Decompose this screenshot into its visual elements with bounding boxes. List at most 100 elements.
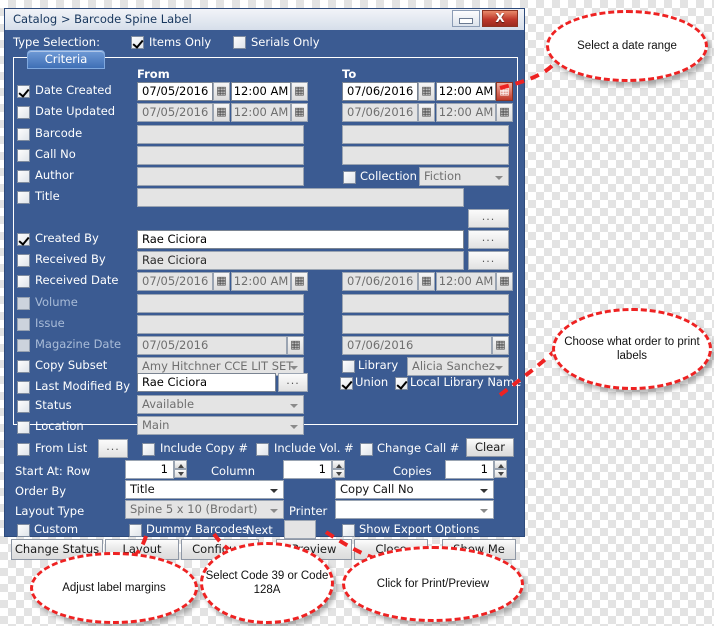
date-created-from-time[interactable]: 12:00 AM: [231, 82, 291, 101]
date-created-to-date[interactable]: 07/06/2016: [342, 82, 418, 101]
next-input[interactable]: [284, 520, 316, 539]
magazine-date-to-calendar-icon[interactable]: ▦: [492, 336, 509, 355]
start-row-input[interactable]: 1: [125, 460, 174, 479]
author-checkbox[interactable]: [17, 170, 30, 183]
order-by-secondary-dropdown[interactable]: Copy Call No: [335, 480, 494, 499]
author-input[interactable]: [137, 167, 304, 186]
copies-input[interactable]: 1: [445, 460, 494, 479]
serials-only-label[interactable]: Serials Only: [251, 35, 320, 49]
date-created-to-time[interactable]: 12:00 AM: [436, 82, 496, 101]
dummy-barcodes-checkbox[interactable]: [129, 524, 142, 537]
received-date-to-time[interactable]: 12:00 AM: [436, 272, 496, 291]
title-browse-button[interactable]: ...: [468, 209, 509, 228]
date-updated-from-date-calendar-icon[interactable]: ▦: [213, 103, 230, 122]
barcode-from-input[interactable]: [137, 125, 304, 144]
serials-only-checkbox[interactable]: [233, 36, 246, 49]
minimize-button[interactable]: [452, 10, 480, 27]
received-by-browse-button[interactable]: ...: [468, 251, 509, 270]
status-checkbox[interactable]: [17, 400, 30, 413]
date-created-checkbox[interactable]: [17, 85, 30, 98]
date-created-from-time-calendar-icon[interactable]: ▦: [291, 82, 308, 101]
collection-checkbox[interactable]: [343, 171, 356, 184]
start-row-stepper[interactable]: [174, 460, 187, 479]
items-only-checkbox[interactable]: [131, 36, 144, 49]
last-modified-by-checkbox[interactable]: [17, 381, 30, 394]
union-checkbox[interactable]: [340, 377, 353, 390]
volume-checkbox[interactable]: [17, 297, 30, 310]
copies-stepper[interactable]: [494, 460, 507, 479]
call-no-checkbox[interactable]: [17, 149, 30, 162]
copies-stepper-down[interactable]: [494, 469, 507, 478]
location-checkbox[interactable]: [17, 421, 30, 434]
title-checkbox[interactable]: [17, 191, 30, 204]
local-library-name-checkbox[interactable]: [395, 377, 408, 390]
from-list-browse-button[interactable]: ...: [98, 439, 128, 458]
barcode-checkbox[interactable]: [17, 128, 30, 141]
issue-from-input[interactable]: [137, 315, 304, 334]
created-by-checkbox[interactable]: [17, 233, 30, 246]
received-date-checkbox[interactable]: [17, 275, 30, 288]
date-created-to-date-calendar-icon[interactable]: ▦: [418, 82, 435, 101]
date-created-from-date-calendar-icon[interactable]: ▦: [213, 82, 230, 101]
received-date-from-date-calendar-icon[interactable]: ▦: [213, 272, 230, 291]
include-vol-checkbox[interactable]: [256, 443, 269, 456]
date-updated-to-time[interactable]: 12:00 AM: [436, 103, 496, 122]
layout-type-dropdown[interactable]: Spine 5 x 10 (Brodart): [125, 500, 284, 519]
start-column-input[interactable]: 1: [283, 460, 332, 479]
include-copy-checkbox[interactable]: [142, 443, 155, 456]
change-call-checkbox[interactable]: [360, 443, 373, 456]
status-dropdown[interactable]: Available: [137, 395, 304, 414]
location-dropdown[interactable]: Main: [137, 416, 304, 435]
received-date-to-date[interactable]: 07/06/2016: [342, 272, 418, 291]
date-created-from-date[interactable]: 07/05/2016: [137, 82, 213, 101]
from-list-checkbox[interactable]: [17, 443, 30, 456]
date-updated-checkbox[interactable]: [17, 106, 30, 119]
magazine-date-from[interactable]: 07/05/2016: [137, 336, 287, 355]
received-date-to-time-calendar-icon[interactable]: ▦: [496, 272, 513, 291]
start-column-stepper[interactable]: [332, 460, 345, 479]
received-date-to-date-calendar-icon[interactable]: ▦: [418, 272, 435, 291]
start-row-stepper-up[interactable]: [174, 460, 187, 469]
issue-to-input[interactable]: [342, 315, 509, 334]
created-by-input[interactable]: Rae Ciciora: [137, 230, 464, 249]
received-by-checkbox[interactable]: [17, 254, 30, 267]
clear-button[interactable]: Clear: [466, 438, 514, 457]
tab-criteria[interactable]: Criteria: [27, 50, 105, 69]
received-by-input[interactable]: Rae Ciciora: [137, 251, 464, 270]
custom-checkbox[interactable]: [17, 524, 30, 537]
close-window-button[interactable]: X: [482, 10, 518, 27]
date-updated-from-date[interactable]: 07/05/2016: [137, 103, 213, 122]
printer-dropdown[interactable]: [335, 500, 494, 519]
call-no-from-input[interactable]: [137, 146, 304, 165]
last-modified-by-input[interactable]: Rae Ciciora: [137, 373, 276, 392]
date-updated-from-time-calendar-icon[interactable]: ▦: [291, 103, 308, 122]
volume-from-input[interactable]: [137, 294, 304, 313]
date-updated-to-date[interactable]: 07/06/2016: [342, 103, 418, 122]
magazine-date-checkbox[interactable]: [17, 339, 30, 352]
copy-subset-checkbox[interactable]: [17, 360, 30, 373]
last-modified-by-browse-button[interactable]: ...: [278, 373, 308, 392]
title-input[interactable]: [137, 188, 464, 207]
magazine-date-to[interactable]: 07/06/2016: [342, 336, 492, 355]
created-by-browse-button[interactable]: ...: [468, 230, 509, 249]
magazine-date-from-calendar-icon[interactable]: ▦: [287, 336, 304, 355]
volume-to-input[interactable]: [342, 294, 509, 313]
library-checkbox[interactable]: [342, 360, 355, 373]
copies-stepper-up[interactable]: [494, 460, 507, 469]
date-updated-to-date-calendar-icon[interactable]: ▦: [418, 103, 435, 122]
issue-checkbox[interactable]: [17, 318, 30, 331]
date-created-to-time-calendar-icon[interactable]: ▦: [496, 82, 513, 101]
library-dropdown[interactable]: Alicia Sanchez: [407, 357, 509, 376]
received-date-from-date[interactable]: 07/05/2016: [137, 272, 213, 291]
received-date-from-time[interactable]: 12:00 AM: [231, 272, 291, 291]
start-column-stepper-up[interactable]: [332, 460, 345, 469]
call-no-to-input[interactable]: [342, 146, 509, 165]
received-date-from-time-calendar-icon[interactable]: ▦: [291, 272, 308, 291]
date-updated-from-time[interactable]: 12:00 AM: [231, 103, 291, 122]
start-row-stepper-down[interactable]: [174, 469, 187, 478]
date-updated-to-time-calendar-icon[interactable]: ▦: [496, 103, 513, 122]
items-only-label[interactable]: Items Only: [149, 35, 211, 49]
barcode-to-input[interactable]: [342, 125, 509, 144]
show-export-options-checkbox[interactable]: [342, 524, 355, 537]
collection-dropdown[interactable]: Fiction: [419, 167, 509, 186]
